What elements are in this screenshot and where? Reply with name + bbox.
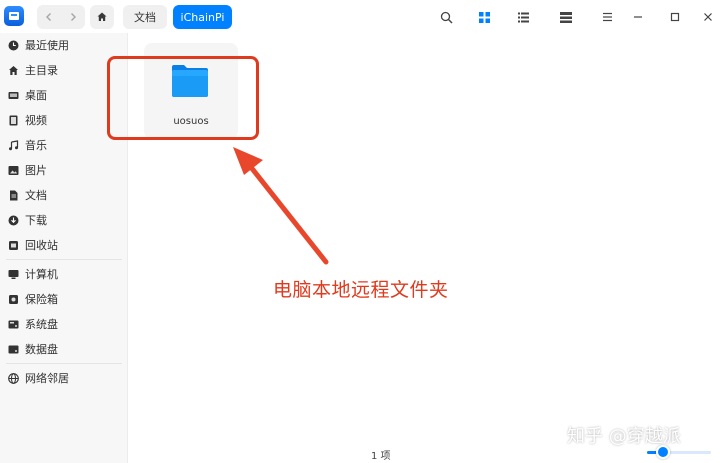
menu-button[interactable]: [596, 6, 618, 28]
annotation-label: 电脑本地远程文件夹: [273, 279, 449, 301]
app-logo-icon[interactable]: [4, 6, 24, 26]
breadcrumb-ichainpi[interactable]: iChainPi: [173, 5, 232, 29]
maximize-button[interactable]: [664, 6, 686, 28]
search-button[interactable]: [435, 6, 457, 28]
sidebar-item-label: 网络邻居: [25, 372, 69, 385]
forward-button[interactable]: [61, 5, 85, 29]
sidebar-item-label: 系统盘: [25, 318, 58, 331]
download-icon: [7, 214, 19, 226]
network-icon: [7, 372, 19, 384]
trash-icon: [7, 239, 19, 251]
home-icon: [97, 12, 107, 21]
home-button[interactable]: [90, 5, 114, 29]
detail-panel-button[interactable]: [555, 6, 577, 28]
sidebar-item-downloads[interactable]: 下载: [0, 210, 128, 230]
sidebar-item-label: 桌面: [25, 89, 47, 102]
minimize-icon: [634, 16, 642, 18]
hamburger-menu-icon: [602, 12, 612, 22]
picture-icon: [7, 164, 19, 176]
maximize-icon: [670, 12, 680, 22]
close-button[interactable]: [697, 6, 719, 28]
nav-button-group: [37, 5, 85, 29]
breadcrumb-documents[interactable]: 文档: [123, 5, 167, 29]
sidebar-item-label: 最近使用: [25, 39, 69, 52]
search-icon: [440, 11, 452, 23]
data-disk-icon: [7, 343, 19, 355]
sidebar-item-label: 保险箱: [25, 293, 58, 306]
back-button[interactable]: [37, 5, 61, 29]
list-view-button[interactable]: [512, 6, 534, 28]
sidebar-item-label: 计算机: [25, 268, 58, 281]
list-view-icon: [517, 12, 529, 22]
sidebar-item-pictures[interactable]: 图片: [0, 160, 128, 180]
sidebar-item-data-disk[interactable]: 数据盘: [0, 339, 128, 359]
video-icon: [7, 114, 19, 126]
sidebar-item-label: 下载: [25, 214, 47, 227]
sidebar-item-label: 主目录: [25, 64, 58, 77]
computer-icon: [7, 268, 19, 280]
clock-icon: [7, 39, 19, 51]
zoom-slider-handle[interactable]: [656, 445, 670, 459]
sidebar-item-label: 音乐: [25, 139, 47, 152]
music-icon: [7, 139, 19, 151]
document-icon: [7, 189, 19, 201]
desktop-icon: [7, 89, 19, 101]
grid-view-icon: [478, 11, 490, 23]
sidebar-item-system-disk[interactable]: 系统盘: [0, 314, 128, 334]
minimize-button[interactable]: [627, 6, 649, 28]
system-disk-icon: [7, 318, 19, 330]
annotation-highlight-box: [107, 56, 259, 140]
status-item-count: 1 项: [371, 451, 391, 462]
sidebar-item-trash[interactable]: 回收站: [0, 235, 128, 255]
sidebar-item-computer[interactable]: 计算机: [0, 264, 128, 284]
sidebar-item-label: 文档: [25, 189, 47, 202]
sidebar-divider: [6, 259, 122, 260]
icon-view-button[interactable]: [473, 6, 495, 28]
file-manager-window: 文档 iChainPi 最近使用 主目录 桌面 视频 音乐 图片 文档 下载 回…: [0, 0, 720, 463]
vault-icon: [7, 293, 19, 305]
sidebar-item-label: 回收站: [25, 239, 58, 252]
sidebar-item-label: 图片: [25, 164, 47, 177]
sidebar-item-label: 视频: [25, 114, 47, 127]
sidebar-item-label: 数据盘: [25, 343, 58, 356]
sidebar-item-recent[interactable]: 最近使用: [0, 35, 128, 55]
titlebar: 文档 iChainPi: [0, 0, 720, 33]
sidebar-item-vault[interactable]: 保险箱: [0, 289, 128, 309]
close-icon: [704, 13, 712, 21]
detail-view-icon: [560, 11, 572, 23]
sidebar-item-documents[interactable]: 文档: [0, 185, 128, 205]
sidebar-item-network[interactable]: 网络邻居: [0, 368, 128, 388]
home-icon: [7, 64, 19, 76]
sidebar-divider: [6, 363, 122, 364]
